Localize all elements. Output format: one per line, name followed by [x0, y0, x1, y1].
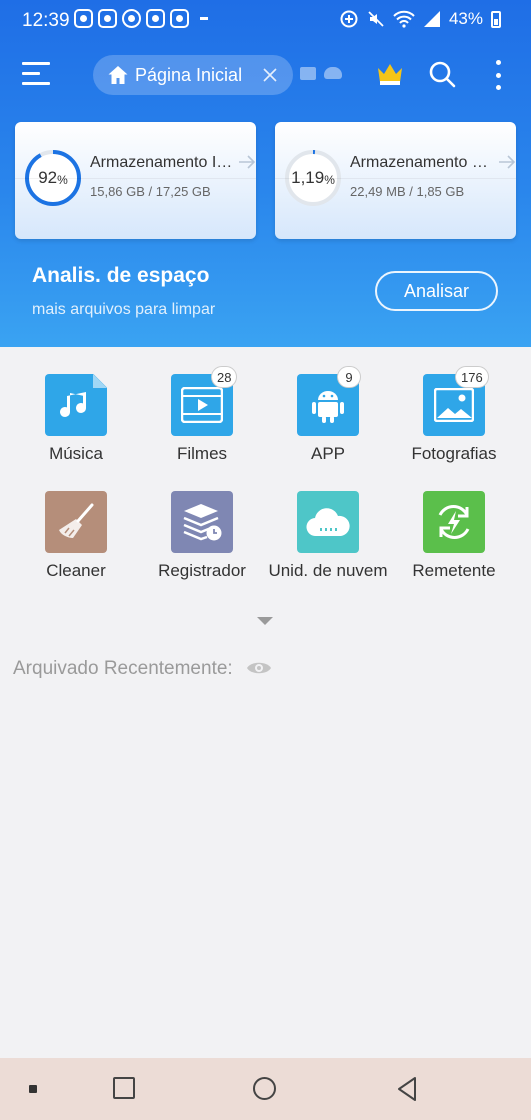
menu-button[interactable]	[22, 62, 50, 88]
nav-dot-icon[interactable]	[29, 1085, 37, 1093]
more-notifications-icon	[200, 17, 208, 20]
messenger-notification-icon	[170, 9, 189, 28]
category-cleaner[interactable]: Cleaner	[13, 477, 139, 587]
analysis-subtitle: mais arquivos para limpar	[32, 301, 216, 318]
sync-bolt-icon	[423, 491, 485, 553]
category-label: Música	[49, 444, 103, 463]
category-music[interactable]: Música	[13, 360, 139, 470]
cloud-icon[interactable]	[324, 67, 342, 79]
divider	[15, 178, 256, 179]
category-label: Fotografias	[411, 444, 497, 463]
storage-title: Armazenamento Int…	[90, 154, 238, 171]
storage-card-external[interactable]: 1,19% Armazenamento Ex… 22,49 MB / 1,85 …	[275, 122, 516, 239]
home-button[interactable]	[253, 1077, 276, 1100]
more-options-icon[interactable]	[492, 60, 504, 90]
storage-title: Armazenamento Ex…	[350, 154, 498, 171]
category-sender[interactable]: Remetente	[391, 477, 517, 587]
data-saver-icon	[340, 10, 358, 28]
wifi-icon	[393, 10, 415, 28]
window-icon[interactable]	[300, 67, 316, 80]
messenger-notification-icon	[146, 9, 165, 28]
expand-caret-icon[interactable]	[256, 616, 274, 626]
category-label: APP	[310, 444, 346, 463]
stack-clock-icon	[171, 491, 233, 553]
analysis-title: Analis. de espaço	[32, 264, 210, 287]
signal-icon	[423, 11, 440, 27]
search-icon[interactable]	[428, 60, 456, 88]
category-label: Registrador	[158, 561, 246, 580]
category-app[interactable]: 9 APP	[265, 360, 391, 470]
home-icon	[108, 66, 128, 84]
recent-files-label: Arquivado Recentemente:	[13, 658, 233, 679]
storage-card-internal[interactable]: 92% Armazenamento Int… 15,86 GB / 17,25 …	[15, 122, 256, 239]
count-badge: 9	[337, 366, 361, 388]
category-label: Cleaner	[46, 561, 106, 580]
tab-extra-icons	[300, 67, 342, 80]
count-badge: 28	[211, 366, 238, 388]
status-bar: 12:39 43%	[0, 0, 531, 40]
arrow-right-icon	[499, 155, 516, 169]
category-label: Filmes	[176, 444, 228, 463]
app-bar: Página Inicial	[0, 50, 531, 100]
analyze-button[interactable]: Analisar	[375, 271, 498, 311]
crown-premium-icon[interactable]	[376, 62, 404, 86]
arrow-right-icon	[239, 155, 256, 169]
category-photos[interactable]: 176 Fotografias	[391, 360, 517, 470]
tab-home[interactable]: Página Inicial	[93, 55, 293, 95]
notification-icons	[74, 9, 208, 28]
status-time: 12:39	[22, 10, 70, 31]
messenger-notification-icon	[98, 9, 117, 28]
status-indicators: 43%	[339, 9, 501, 29]
back-button[interactable]	[396, 1076, 418, 1102]
divider	[275, 178, 516, 179]
category-label: Unid. de nuvem	[268, 561, 388, 580]
eye-icon[interactable]	[246, 658, 272, 678]
recents-button[interactable]	[113, 1077, 135, 1099]
battery-icon	[491, 10, 501, 28]
close-tab-icon[interactable]	[261, 66, 279, 84]
cloud-icon	[297, 491, 359, 553]
category-films[interactable]: 28 Filmes	[139, 360, 265, 470]
category-label: Remetente	[412, 561, 496, 580]
tab-label: Página Inicial	[135, 64, 243, 85]
broom-icon	[45, 491, 107, 553]
category-cloud-drive[interactable]: Unid. de nuvem	[265, 477, 391, 587]
messenger-notification-icon	[74, 9, 93, 28]
storage-usage: 22,49 MB / 1,85 GB	[350, 184, 465, 199]
whatsapp-notification-icon	[122, 9, 141, 28]
storage-usage: 15,86 GB / 17,25 GB	[90, 184, 211, 199]
battery-percent: 43%	[448, 9, 483, 28]
mute-icon	[368, 11, 384, 27]
category-logger[interactable]: Registrador	[139, 477, 265, 587]
count-badge: 176	[455, 366, 489, 388]
